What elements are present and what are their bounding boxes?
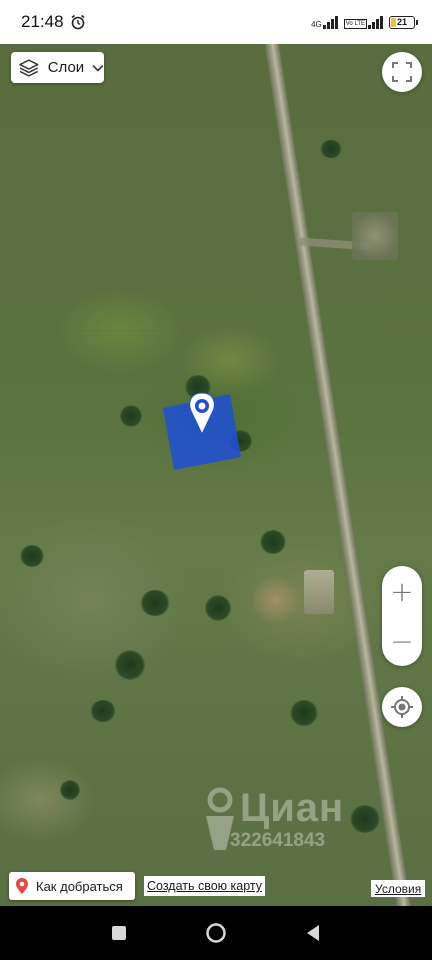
my-location-button[interactable] [382, 687, 422, 727]
signal-icon-2 [368, 15, 383, 29]
battery-fill [391, 17, 397, 27]
terms-link[interactable]: Условия [371, 880, 426, 897]
volte-badge: Vo LTE [343, 19, 367, 29]
battery-icon: 21 [389, 15, 418, 29]
fullscreen-button[interactable] [382, 52, 422, 92]
route-button[interactable]: Как добраться [9, 872, 135, 900]
status-bar: 21:48 4G Vo LTE 21 [0, 0, 432, 44]
watermark-phone: 322641843 [230, 830, 326, 851]
fullscreen-icon [392, 62, 412, 82]
triangle-back-icon [307, 925, 320, 941]
map-view[interactable]: Циан 322641843 [0, 0, 432, 906]
cian-watermark: Циан 322641843 [200, 780, 410, 870]
zoom-in-button[interactable]: + [382, 566, 422, 616]
location-pin-icon [16, 878, 28, 894]
zoom-control: + − [382, 566, 422, 666]
signal-icon [322, 15, 338, 29]
home-button[interactable] [196, 913, 236, 953]
recents-button[interactable] [99, 913, 139, 953]
status-time: 21:48 [21, 12, 64, 31]
alarm-icon [71, 14, 85, 30]
status-left: 21:48 [21, 12, 86, 32]
route-label: Как добраться [36, 878, 123, 894]
watermark-brand: Циан [240, 786, 345, 830]
parcel-area[interactable] [0, 0, 432, 906]
create-map-link[interactable]: Создать свою карту [144, 876, 266, 896]
layers-icon [19, 58, 39, 77]
network-type: 4G [311, 20, 322, 29]
layers-label: Слои [47, 59, 85, 76]
battery-level: 21 [396, 17, 407, 27]
circle-icon [206, 923, 226, 943]
system-nav-bar [0, 906, 432, 960]
square-icon [111, 926, 126, 940]
chevron-down-icon [92, 64, 104, 72]
status-right: 4G Vo LTE 21 [311, 15, 418, 29]
zoom-out-button[interactable]: − [382, 616, 422, 666]
locate-icon [391, 696, 413, 718]
layers-button[interactable]: Слои [11, 52, 104, 83]
back-button[interactable] [293, 913, 333, 953]
